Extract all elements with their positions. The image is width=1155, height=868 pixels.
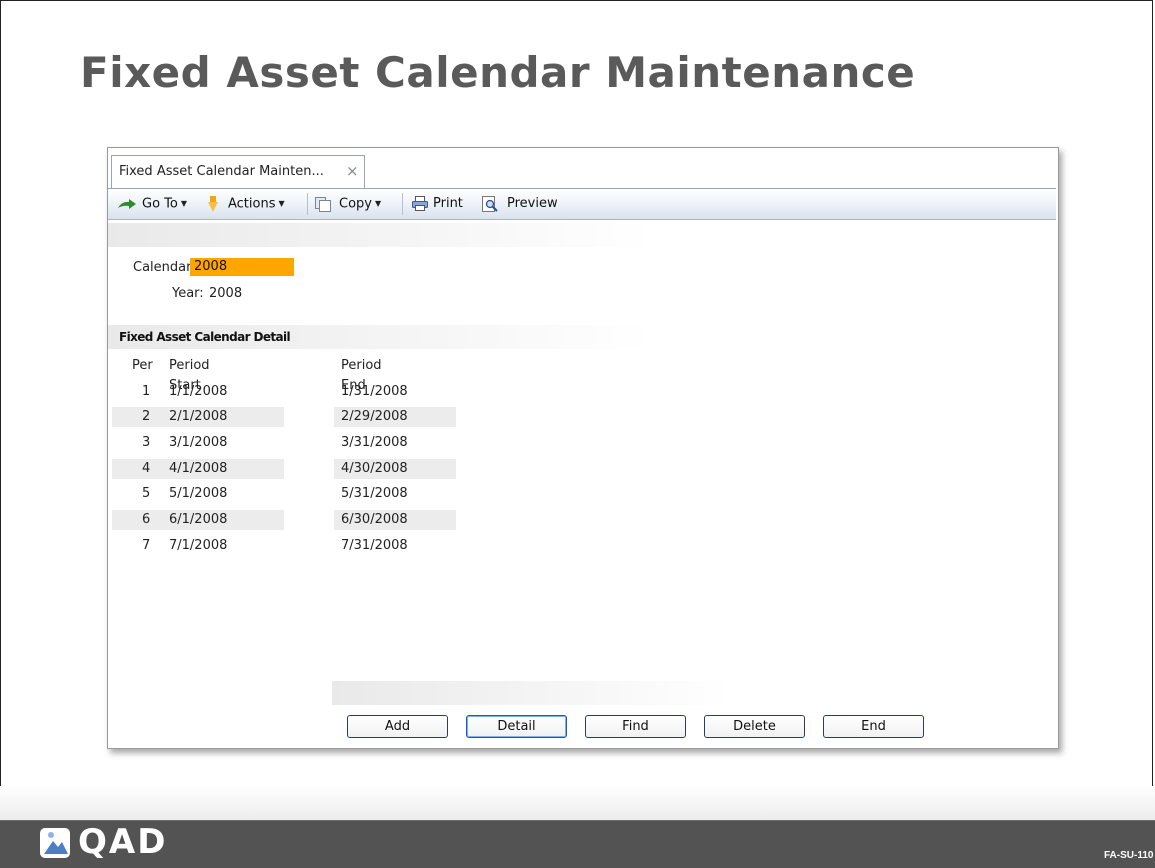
- table-row-per[interactable]: 7: [142, 536, 150, 556]
- table-row-per[interactable]: 1: [142, 382, 150, 402]
- table-row-end[interactable]: 2/29/2008: [341, 407, 408, 427]
- preview-label: Preview: [507, 196, 558, 211]
- table-row-end[interactable]: 4/30/2008: [341, 459, 408, 479]
- copy-icon: [315, 196, 331, 212]
- print-button[interactable]: Print: [412, 195, 463, 213]
- add-button[interactable]: Add: [347, 715, 448, 738]
- toolbar-divider: [402, 193, 403, 215]
- goto-menu-button[interactable]: Go To ▼: [118, 195, 187, 213]
- qad-logo-icon: [40, 828, 70, 858]
- table-row-end[interactable]: 1/31/2008: [341, 382, 408, 402]
- section-title: Fixed Asset Calendar Detail: [119, 330, 291, 344]
- table-row-start[interactable]: 1/1/2008: [169, 382, 227, 402]
- tab-fixed-asset-calendar[interactable]: Fixed Asset Calendar Mainten... ×: [111, 155, 365, 188]
- actions-pin-icon: [208, 196, 218, 212]
- slide-code: FA-SU-110: [1104, 850, 1154, 861]
- table-row-per[interactable]: 6: [142, 510, 150, 530]
- button-bar-stripe: [332, 681, 732, 705]
- tab-label: Fixed Asset Calendar Mainten...: [119, 164, 324, 179]
- preview-icon: [482, 195, 498, 212]
- calendar-field[interactable]: 2008: [190, 258, 294, 276]
- copy-menu-button[interactable]: Copy ▼: [315, 195, 381, 213]
- footer-glow: [0, 786, 1155, 820]
- table-row-per[interactable]: 3: [142, 433, 150, 453]
- table-row-end[interactable]: 6/30/2008: [341, 510, 408, 530]
- table-row-start[interactable]: 2/1/2008: [169, 407, 227, 427]
- delete-button[interactable]: Delete: [704, 715, 805, 738]
- table-row-per[interactable]: 4: [142, 459, 150, 479]
- header-stripe: [108, 223, 653, 247]
- slide-title: Fixed Asset Calendar Maintenance: [80, 48, 916, 97]
- qad-brand-text: QAD: [78, 822, 168, 862]
- toolbar: Go To ▼ Actions ▼ Copy ▼ Print Preview: [108, 189, 1056, 220]
- detail-button[interactable]: Detail: [466, 715, 567, 738]
- copy-label: Copy: [339, 196, 372, 212]
- goto-arrow-icon: [118, 199, 136, 209]
- table-row-start[interactable]: 3/1/2008: [169, 433, 227, 453]
- close-icon[interactable]: ×: [346, 162, 359, 180]
- chevron-down-icon: ▼: [278, 199, 285, 208]
- actions-menu-button[interactable]: Actions ▼: [208, 195, 285, 213]
- chevron-down-icon: ▼: [374, 199, 382, 208]
- year-value: 2008: [209, 286, 243, 301]
- find-button[interactable]: Find: [585, 715, 686, 738]
- printer-icon: [412, 196, 428, 211]
- end-button[interactable]: End: [823, 715, 924, 738]
- table-row-start[interactable]: 5/1/2008: [169, 484, 227, 504]
- actions-label: Actions: [228, 196, 276, 212]
- year-label: Year:: [172, 286, 204, 301]
- app-window: Fixed Asset Calendar Mainten... × Go To ▼…: [107, 147, 1059, 749]
- table-row-per[interactable]: 2: [142, 407, 150, 427]
- calendar-label: Calendar:: [133, 260, 196, 275]
- table-row-per[interactable]: 5: [142, 484, 150, 504]
- print-label: Print: [433, 196, 463, 211]
- column-header-per: Per: [132, 358, 153, 373]
- column-header-period-end: Period End: [341, 358, 382, 393]
- chevron-down-icon: ▼: [180, 199, 188, 208]
- table-row-end[interactable]: 3/31/2008: [341, 433, 408, 453]
- table-row-end[interactable]: 5/31/2008: [341, 484, 408, 504]
- preview-button[interactable]: Preview: [482, 195, 558, 213]
- table-row-start[interactable]: 6/1/2008: [169, 510, 227, 530]
- table-row-start[interactable]: 7/1/2008: [169, 536, 227, 556]
- table-row-end[interactable]: 7/31/2008: [341, 536, 408, 556]
- column-header-period-start: Period Start: [169, 358, 210, 393]
- footer-bar: [0, 820, 1155, 868]
- table-row-start[interactable]: 4/1/2008: [169, 459, 227, 479]
- goto-label: Go To: [142, 196, 178, 212]
- tab-strip: Fixed Asset Calendar Mainten... ×: [108, 148, 1056, 189]
- toolbar-divider: [307, 193, 308, 215]
